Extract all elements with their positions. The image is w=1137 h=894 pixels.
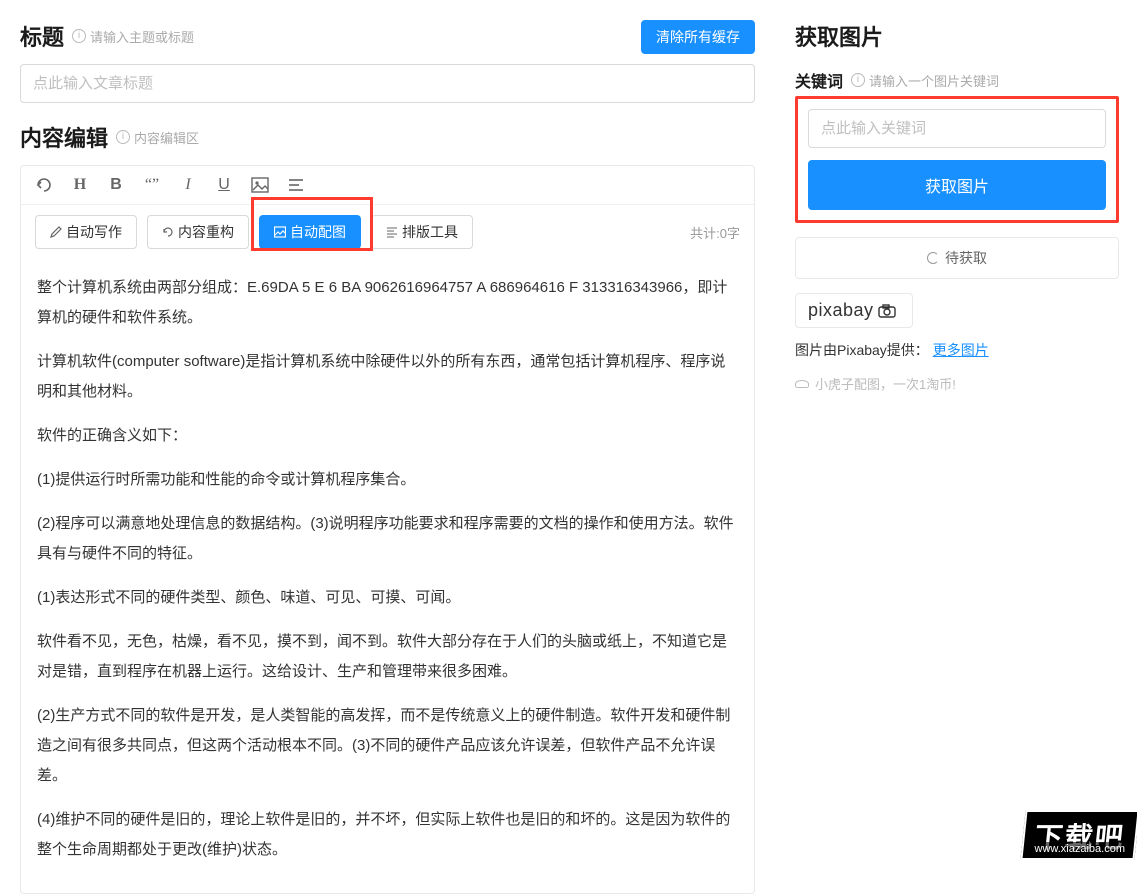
bold-icon[interactable]: B [107, 176, 125, 194]
fetch-image-button[interactable]: 获取图片 [808, 160, 1106, 210]
pencil-icon [50, 226, 62, 238]
paragraph: (4)维护不同的硬件是旧的，理论上软件是旧的，并不坏，但实际上软件也是旧的和坏的… [37, 805, 738, 865]
provider-line: 图片由Pixabay提供： 更多图片 [795, 340, 1119, 360]
auto-image-button[interactable]: 自动配图 [259, 215, 361, 249]
keyword-hint: i 请输入一个图片关键词 [851, 71, 999, 90]
image-icon[interactable] [251, 177, 269, 193]
paragraph: 计算机软件(computer software)是指计算机系统中除硬件以外的所有… [37, 347, 738, 407]
editor-box: H B “” I U 自动写作 [20, 165, 755, 894]
layout-icon [386, 226, 398, 238]
info-icon: i [116, 130, 130, 144]
image-panel-title: 获取图片 [795, 20, 883, 52]
underline-icon[interactable]: U [215, 176, 233, 194]
clear-cache-button[interactable]: 清除所有缓存 [641, 20, 755, 54]
fetch-status: 待获取 [795, 237, 1119, 279]
main-column: 标题 i 请输入主题或标题 清除所有缓存 内容编辑 i 内容编辑区 H [0, 0, 775, 860]
paragraph: (1)提供运行时所需功能和性能的命令或计算机程序集合。 [37, 465, 738, 495]
article-title-input[interactable] [20, 64, 755, 103]
editor-toolbar: H B “” I U [21, 166, 754, 205]
loading-icon [927, 252, 939, 264]
watermark-url: www.xiazaiba.com [1029, 842, 1131, 856]
info-icon: i [72, 29, 86, 43]
paragraph: 软件的正确含义如下： [37, 421, 738, 451]
restructure-button[interactable]: 内容重构 [147, 215, 249, 249]
info-icon: i [851, 73, 865, 87]
word-count: 共计:0字 [690, 223, 740, 242]
paragraph: (2)程序可以满意地处理信息的数据结构。(3)说明程序功能要求和程序需要的文档的… [37, 509, 738, 569]
paragraph: (1)表达形式不同的硬件类型、颜色、味道、可见、可摸、可闻。 [37, 583, 738, 613]
auto-write-button[interactable]: 自动写作 [35, 215, 137, 249]
title-hint: i 请输入主题或标题 [72, 27, 194, 46]
sidebar: 获取图片 关键词 i 请输入一个图片关键词 获取图片 待获取 pixabay 图… [775, 0, 1137, 860]
paragraph: 软件看不见，无色，枯燥，看不见，摸不到，闻不到。软件大部分存在于人们的头脑或纸上… [37, 627, 738, 687]
paragraph: (2)生产方式不同的软件是开发，是人类智能的高发挥，而不是传统意义上的硬件制造。… [37, 701, 738, 791]
editor-action-row: 自动写作 内容重构 自动配图 [21, 205, 754, 259]
keyword-highlight-box: 获取图片 [795, 96, 1119, 223]
pixabay-badge: pixabay [795, 293, 913, 328]
layout-tool-button[interactable]: 排版工具 [371, 215, 473, 249]
coin-icon [795, 380, 809, 388]
editor-hint: i 内容编辑区 [116, 128, 199, 147]
cost-note: 小虎子配图，一次1淘币! [795, 374, 1119, 393]
more-images-link[interactable]: 更多图片 [933, 342, 989, 358]
heading-icon[interactable]: H [71, 176, 89, 194]
keyword-input[interactable] [808, 109, 1106, 148]
title-section-label: 标题 [20, 20, 64, 52]
italic-icon[interactable]: I [179, 176, 197, 194]
refresh-icon [162, 226, 174, 238]
editor-section-label: 内容编辑 [20, 121, 108, 153]
image-small-icon [274, 226, 286, 238]
undo-icon[interactable] [35, 177, 53, 193]
editor-content[interactable]: 整个计算机系统由两部分组成：E.69DA 5 E 6 BA 9062616964… [21, 259, 754, 893]
keyword-label: 关键词 [795, 68, 843, 92]
quote-icon[interactable]: “” [143, 176, 161, 194]
camera-icon [878, 304, 900, 318]
align-icon[interactable] [287, 177, 305, 193]
paragraph: 整个计算机系统由两部分组成：E.69DA 5 E 6 BA 9062616964… [37, 273, 738, 333]
